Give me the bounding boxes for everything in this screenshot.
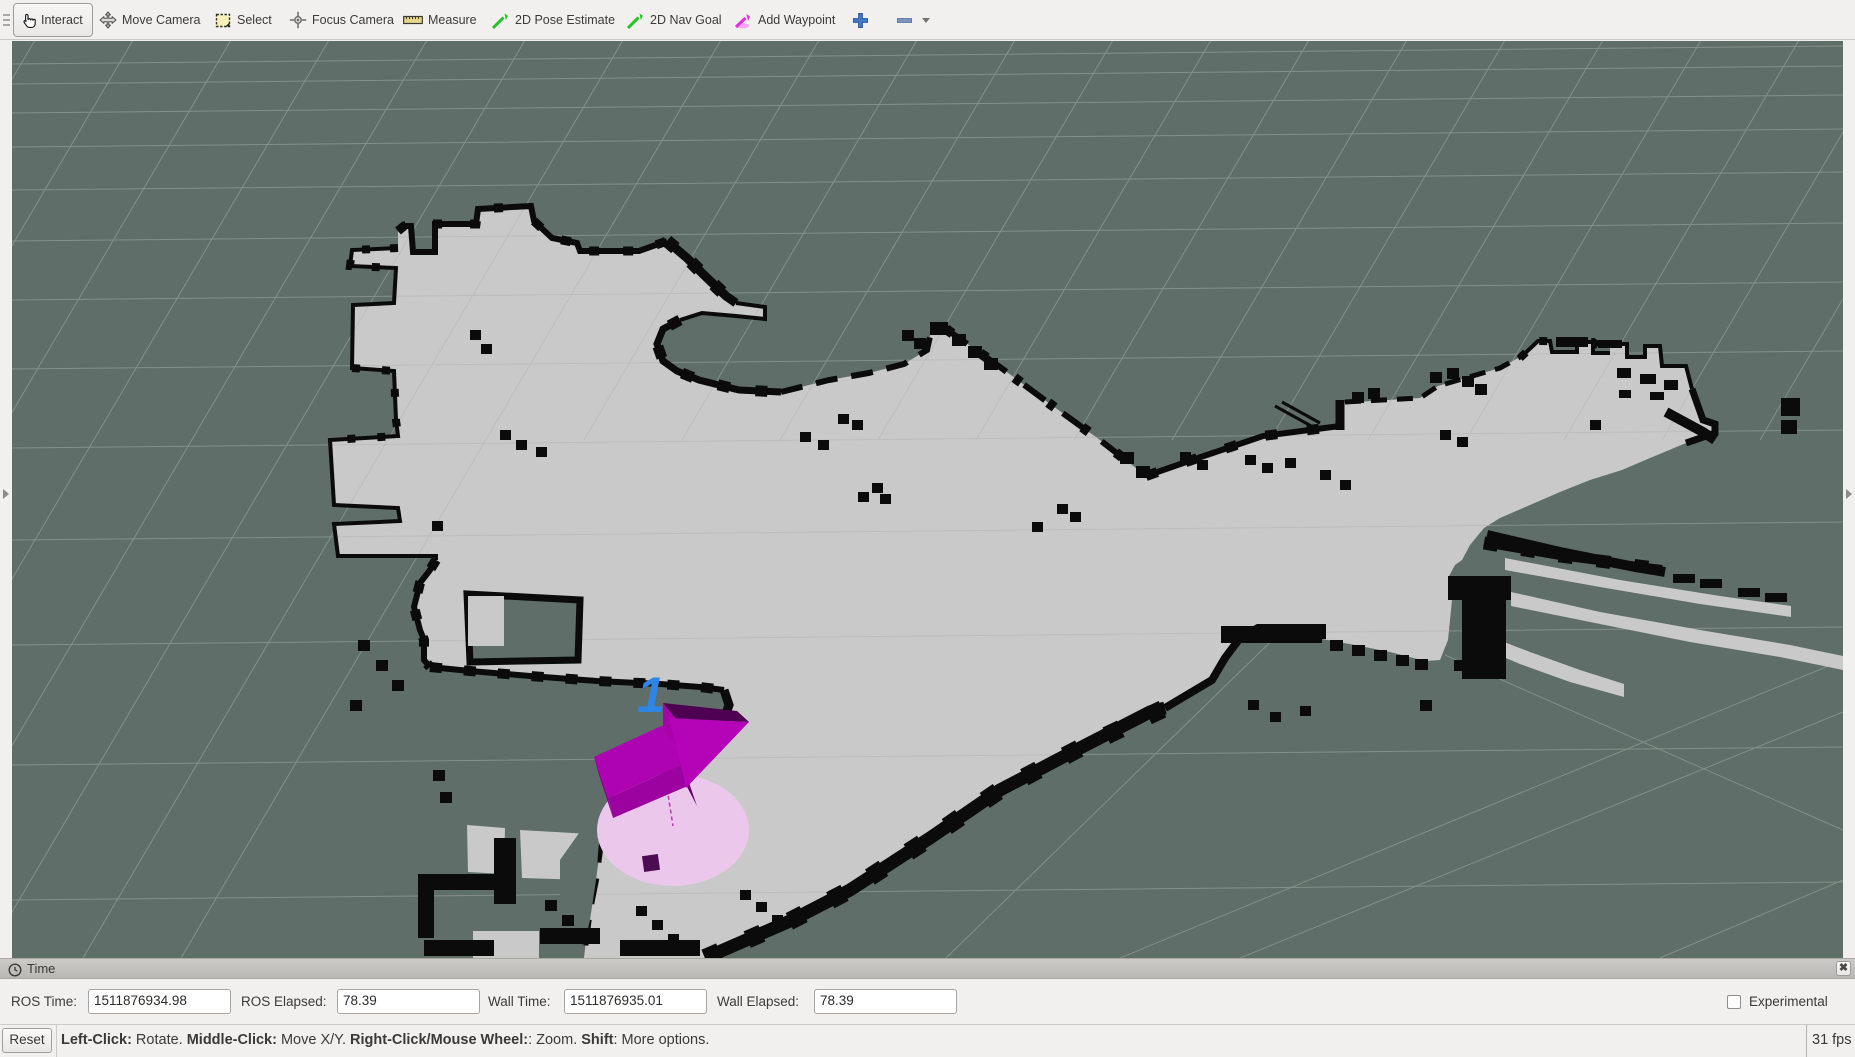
svg-text:1: 1 — [637, 667, 665, 723]
